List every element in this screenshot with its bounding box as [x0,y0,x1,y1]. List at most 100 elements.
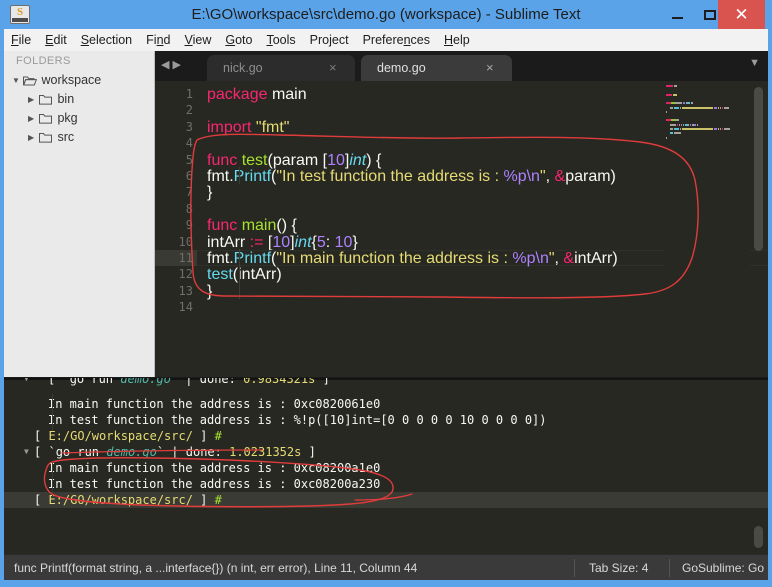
console-token: E:/GO/workspace/src/ [48,493,193,507]
code-token: (param [ [267,151,328,169]
code-token: & [563,250,575,267]
tree-item-src[interactable]: ▶ src [28,128,74,147]
console-line[interactable]: ▼ [ `go run demo.go` | done: 1.0231352s ] [4,444,768,460]
console-line-text: [ `go run demo.go` | done: 1.0231352s ] [34,444,316,460]
console-scrollbar-thumb[interactable] [754,526,763,548]
console-line[interactable]: [ E:/GO/workspace/src/ ] # [4,492,768,508]
minimize-button[interactable] [663,0,693,29]
console-line-text: [ E:/GO/workspace/src/ ] # [34,492,222,508]
code-token: } [207,282,213,300]
code-token: 10 [334,233,353,251]
code-token: () { [276,217,297,235]
tab-prev-icon[interactable]: ◀ [161,59,172,71]
line-number: 9 [185,218,193,233]
tab-close-icon[interactable]: × [329,55,337,81]
console-line[interactable]: In test function the address is : %!p([1… [4,412,768,428]
menu-item-goto[interactable]: Goto [218,29,259,51]
minimap-token [723,128,731,130]
editor-scrollbar-thumb[interactable] [754,87,763,251]
tree-item-label: bin [54,92,75,106]
folders-header: FOLDERS [16,55,71,67]
code-token: fmt. [207,250,234,267]
code-token: func [207,151,242,169]
minimap-token [669,123,676,126]
code-token: ) { [366,151,382,169]
code-token: test [207,266,233,284]
tree-item-label: pkg [54,111,78,125]
code-line[interactable]: } [207,283,212,301]
console-indent-guide [52,462,53,498]
console-token: go run [55,445,107,459]
tree-item-bin[interactable]: ▶ bin [28,90,74,109]
menu-item-preferences[interactable]: Preferences [356,29,437,51]
code-token: } [207,184,213,202]
console-line[interactable]: In test function the address is : 0xc082… [4,476,768,492]
code-line[interactable]: fmt.Printf("In test function the address… [207,168,616,186]
code-line[interactable]: func test(param [10]int) { [207,152,381,170]
menu-item-tools[interactable]: Tools [259,29,302,51]
code-line[interactable]: test(intArr) [207,266,282,284]
console-token: ] [192,493,215,507]
tab-demo-go[interactable]: demo.go × [361,55,512,81]
code-token: %p\n [503,168,540,185]
code-line[interactable]: package main [207,86,307,104]
line-number: 5 [185,152,193,167]
tree-item-pkg[interactable]: ▶ pkg [28,109,78,128]
console-line[interactable]: [ E:/GO/workspace/src/ ] # [4,428,768,444]
tab-close-icon[interactable]: × [486,55,494,81]
code-token: int [349,151,367,169]
console-line[interactable]: ▼ [ `go run demo.go` | done: 0.9834321s ] [4,378,768,387]
status-bar: func Printf(format string, a ...interfac… [4,554,768,580]
console-line[interactable]: In main function the address is : 0xc082… [4,396,768,412]
console-token: In main function the address is : 0xc082… [48,397,381,411]
chevron-right-icon[interactable]: ▶ [28,109,39,128]
minimap-token [672,93,678,96]
console-token: ] [301,445,316,459]
tab-nav-arrows[interactable]: ◀▶ [161,58,184,71]
minimap-token [669,128,674,130]
menu-item-edit[interactable]: Edit [38,29,74,51]
minimap-token [681,106,714,109]
console-fold-icon[interactable]: ▼ [24,378,29,387]
tree-item-label: workspace [38,73,102,87]
code-line[interactable]: import "fmt" [207,119,289,137]
chevron-right-icon[interactable]: ▶ [28,128,39,147]
console-token: In test function the address is : %!p([1… [48,413,547,427]
tab-overflow-menu-icon[interactable]: ▼ [749,57,760,69]
menu-item-project[interactable]: Project [303,29,356,51]
tree-item-workspace[interactable]: ▼ workspace [12,71,101,90]
indent-guide [239,167,240,184]
code-token: "fmt" [255,118,290,136]
minimap-token [673,132,681,135]
menu-item-help[interactable]: Help [437,29,477,51]
console-line-text: In test function the address is : 0xc082… [48,476,380,492]
chevron-down-icon[interactable]: ▼ [12,71,23,90]
menu-item-find[interactable]: Find [139,29,177,51]
tab-size-indicator[interactable]: Tab Size: 4 [589,555,648,581]
code-minimap[interactable] [664,81,750,377]
code-line[interactable]: } [207,184,212,202]
code-token: := [249,233,264,251]
output-console[interactable]: ▼[ `go run demo.go` | done: 0.9834321s ]… [4,378,768,554]
code-token: (intArr) [232,266,282,284]
line-number: 8 [185,201,193,216]
console-indent-guide [52,394,53,430]
code-line[interactable]: intArr := [10]int{5: 10} [207,234,358,252]
console-line[interactable]: In main function the address is : 0xc082… [4,460,768,476]
close-button[interactable]: ✕ [718,0,765,29]
menu-item-view[interactable]: View [177,29,218,51]
menu-item-selection[interactable]: Selection [74,29,139,51]
console-fold-icon[interactable]: ▼ [24,444,29,460]
tab-nick-go[interactable]: nick.go × [207,55,355,81]
code-line[interactable]: func main() { [207,217,297,235]
menu-item-file[interactable]: File [4,29,38,51]
console-token: [ ` [48,378,70,386]
console-token: demo.go [106,445,157,459]
syntax-indicator[interactable]: GoSublime: Go [682,555,764,581]
code-line[interactable]: fmt.Printf("In main function the address… [207,250,618,268]
line-number: 4 [185,136,193,151]
console-token: In main function the address is : 0xc082… [48,461,381,475]
chevron-right-icon[interactable]: ▶ [28,90,39,109]
tab-next-icon[interactable]: ▶ [172,59,183,71]
code-token: import [207,118,256,136]
